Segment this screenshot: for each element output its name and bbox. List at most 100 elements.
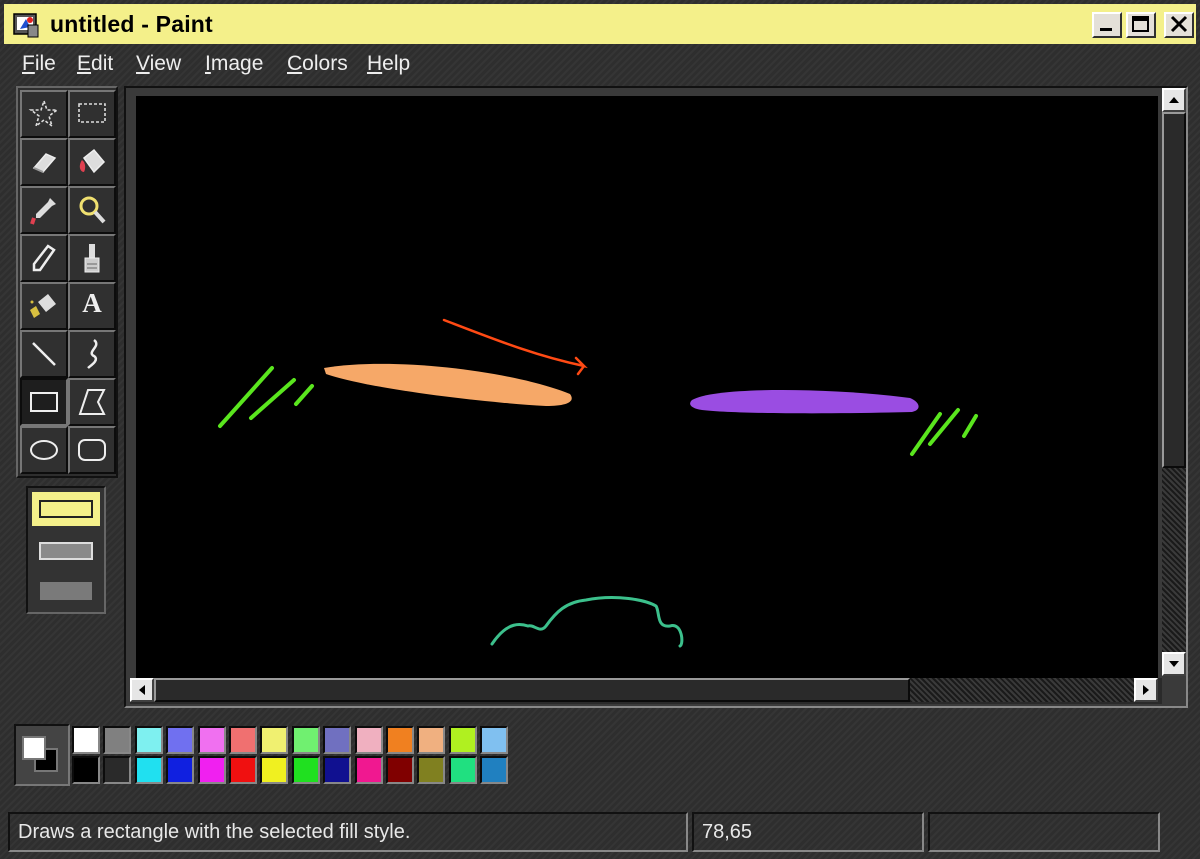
tool-pencil[interactable] (20, 234, 68, 282)
close-button[interactable] (1164, 12, 1194, 38)
paint-app-icon (13, 13, 39, 38)
palette-swatch-top-6[interactable] (260, 726, 289, 754)
menu-colors[interactable]: Colors (287, 52, 348, 76)
green-hatch-right (910, 408, 978, 456)
airbrush-icon (30, 294, 56, 318)
palette-swatch-top-12[interactable] (448, 726, 477, 754)
tool-pick-color[interactable] (20, 186, 68, 234)
tool-rectangle[interactable] (20, 378, 68, 426)
palette-swatch-bottom-2[interactable] (134, 756, 163, 784)
hatch-left-stroke-3 (294, 384, 314, 406)
current-colors[interactable] (14, 724, 70, 786)
tool-magnifier[interactable] (68, 186, 116, 234)
tool-fill-with-color[interactable] (68, 138, 116, 186)
palette-swatch-bottom-0[interactable] (72, 756, 100, 784)
palette-swatch-top-9[interactable] (354, 726, 383, 754)
palette-swatch-bottom-7[interactable] (291, 756, 320, 784)
menu-file-accel: F (22, 52, 35, 75)
tool-text[interactable]: A (68, 282, 116, 330)
orange-ellipse-left (324, 363, 572, 406)
menu-edit-label: dit (91, 52, 114, 75)
palette-swatch-top-4[interactable] (197, 726, 226, 754)
palette-swatch-top-13[interactable] (480, 726, 509, 754)
tool-eraser[interactable] (20, 138, 68, 186)
maximize-icon (1132, 16, 1149, 32)
scroll-up-button[interactable] (1162, 88, 1186, 112)
eraser-icon (32, 153, 57, 173)
tool-brush[interactable] (68, 234, 116, 282)
palette-swatch-bottom-1[interactable] (103, 756, 132, 784)
rect-select-icon (78, 103, 106, 123)
canvas-area (124, 86, 1188, 708)
menu-view[interactable]: View (136, 52, 181, 76)
palette-swatch-top-0[interactable] (72, 726, 100, 754)
palette-swatch-top-11[interactable] (417, 726, 446, 754)
menu-image-label: mage (210, 52, 264, 75)
tool-line[interactable] (20, 330, 68, 378)
palette-swatch-top-5[interactable] (229, 726, 257, 754)
foreground-color-swatch[interactable] (22, 736, 46, 760)
palette-swatch-bottom-10[interactable] (386, 756, 414, 784)
color-palette (10, 722, 516, 790)
palette-swatch-top-10[interactable] (386, 726, 414, 754)
menu-file[interactable]: File (22, 52, 56, 76)
fill-rect-icon (40, 582, 92, 600)
arrow-left-icon (139, 685, 145, 695)
toolbox: A (16, 86, 118, 478)
ellipse-icon (30, 440, 58, 460)
vertical-scrollbar[interactable] (1162, 88, 1186, 676)
drawing-canvas[interactable] (136, 96, 1158, 678)
menu-image[interactable]: Image (205, 52, 263, 76)
minimize-icon (1100, 28, 1112, 31)
palette-swatch-top-2[interactable] (134, 726, 163, 754)
horizontal-scroll-track[interactable] (910, 678, 1134, 702)
magnifier-icon (79, 196, 106, 224)
rounded-rectangle-icon (78, 439, 106, 461)
title-bar[interactable]: untitled - Paint (4, 4, 1196, 44)
palette-swatch-bottom-11[interactable] (417, 756, 446, 784)
fill-style-outline-fill[interactable] (32, 534, 100, 568)
menu-edit[interactable]: Edit (77, 52, 113, 76)
palette-swatch-top-7[interactable] (291, 726, 320, 754)
menu-colors-accel: C (287, 52, 303, 75)
menu-bar: File Edit View Image Colors Help (0, 48, 1200, 82)
drawing-layer (218, 318, 978, 648)
scroll-left-button[interactable] (130, 678, 154, 702)
tool-free-form-select[interactable] (20, 90, 68, 138)
vertical-scroll-thumb[interactable] (1162, 112, 1186, 468)
palette-swatch-bottom-5[interactable] (229, 756, 257, 784)
tool-polygon[interactable] (68, 378, 116, 426)
vertical-scroll-track[interactable] (1162, 468, 1186, 652)
fill-style-outline[interactable] (32, 492, 100, 526)
palette-swatch-bottom-12[interactable] (448, 756, 477, 784)
star-select-icon (28, 98, 60, 129)
maximize-button[interactable] (1126, 12, 1156, 38)
palette-swatch-bottom-13[interactable] (480, 756, 509, 784)
tool-select[interactable] (68, 90, 116, 138)
hatch-right-stroke-3 (962, 414, 978, 438)
brush-icon (84, 244, 100, 273)
minimize-button[interactable] (1092, 12, 1122, 38)
tool-airbrush[interactable] (20, 282, 68, 330)
arrow-right-icon (1143, 685, 1149, 695)
horizontal-scrollbar[interactable] (130, 678, 1162, 704)
line-icon (32, 342, 56, 366)
palette-swatch-bottom-8[interactable] (323, 756, 352, 784)
eyedropper-icon (30, 198, 56, 225)
palette-swatch-bottom-9[interactable] (354, 756, 383, 784)
tool-curve[interactable] (68, 330, 116, 378)
palette-swatch-top-8[interactable] (323, 726, 352, 754)
palette-swatch-top-3[interactable] (166, 726, 195, 754)
outline-rect-icon (39, 500, 93, 518)
palette-swatch-bottom-4[interactable] (197, 756, 226, 784)
scroll-down-button[interactable] (1162, 652, 1186, 676)
palette-swatch-bottom-6[interactable] (260, 756, 289, 784)
tool-rounded-rectangle[interactable] (68, 426, 116, 474)
menu-help[interactable]: Help (367, 52, 410, 76)
palette-swatch-top-1[interactable] (103, 726, 132, 754)
palette-swatch-bottom-3[interactable] (166, 756, 195, 784)
fill-style-fill[interactable] (32, 574, 100, 608)
tool-ellipse[interactable] (20, 426, 68, 474)
horizontal-scroll-thumb[interactable] (154, 678, 910, 702)
scroll-right-button[interactable] (1134, 678, 1158, 702)
